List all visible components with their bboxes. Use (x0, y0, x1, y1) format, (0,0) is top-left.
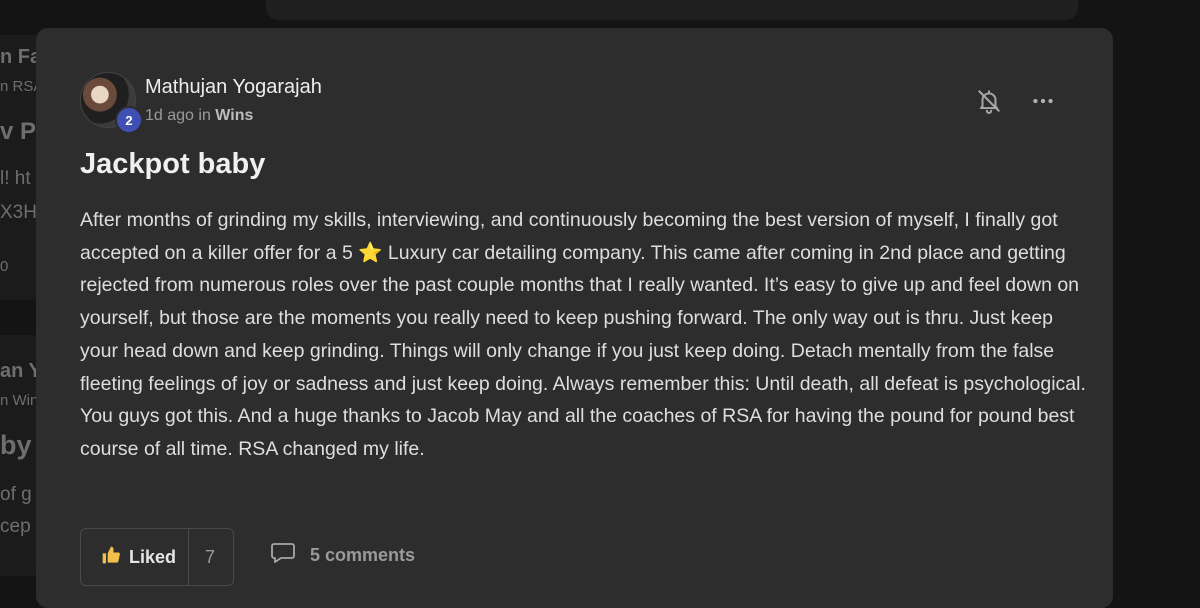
post-meta: 1d ago in Wins (145, 107, 253, 125)
more-horizontal-icon[interactable] (1030, 88, 1056, 114)
like-label: Liked (129, 546, 177, 567)
background-fragment: cep (0, 516, 31, 537)
top-search-bar (266, 0, 1078, 20)
background-fragment: 0 (0, 258, 9, 275)
post-body: After months of grinding my skills, inte… (80, 209, 1086, 460)
background-fragment: X3Hu (0, 202, 40, 223)
like-control: Liked 7 (80, 528, 234, 586)
bell-off-icon[interactable] (976, 88, 1002, 114)
background-fragment: n Fas (0, 46, 40, 68)
background-fragment: n Win (0, 392, 39, 409)
comments-label: 5 comments (310, 545, 416, 565)
background-fragment: l! ht (0, 168, 31, 189)
background-fragment: an Y (0, 360, 40, 382)
level-badge: 2 (115, 106, 143, 134)
thumbs-up-icon (101, 545, 121, 570)
like-button[interactable]: Liked (81, 529, 190, 585)
post-modal: 2 Mathujan Yogarajah 1d ago in Wins Jack… (36, 28, 1113, 608)
comments-button[interactable]: 5 comments (270, 542, 415, 569)
post-category[interactable]: Wins (215, 107, 253, 124)
background-fragment: of g (0, 484, 32, 505)
background-feed: n Fas n RSA v Pr l! ht X3Hu 0 an Y n Win… (0, 0, 40, 576)
background-fragment: n RSA (0, 78, 40, 95)
like-count[interactable]: 7 (189, 547, 215, 568)
author-name[interactable]: Mathujan Yogarajah (145, 76, 322, 99)
background-fragment: v Pr (0, 118, 40, 145)
comment-icon (270, 542, 296, 569)
background-fragment: by (0, 430, 32, 460)
post-time: 1d ago in (145, 107, 211, 124)
post-title: Jackpot baby (80, 148, 266, 180)
